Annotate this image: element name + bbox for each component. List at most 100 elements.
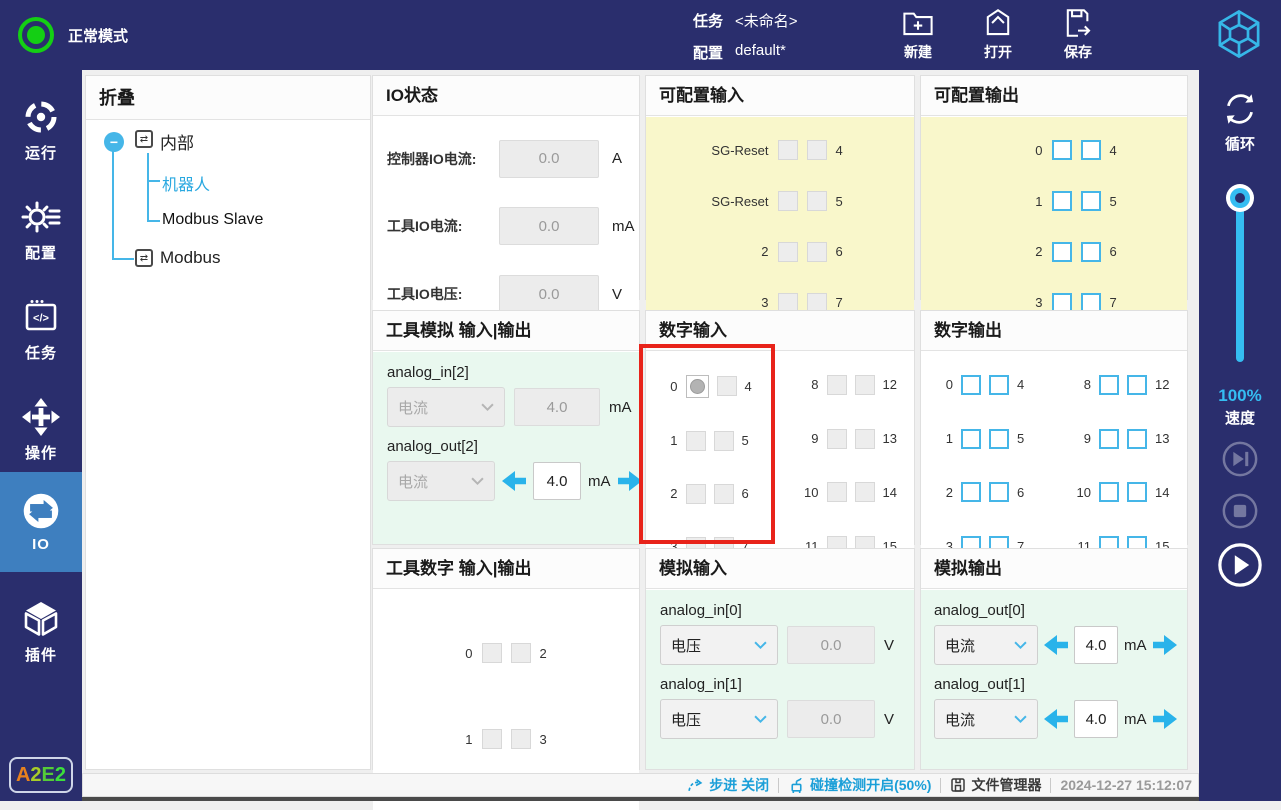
tool-digital-row: 0 2 [373, 643, 639, 663]
analog-out0-mode-select[interactable]: 电流 [934, 625, 1038, 665]
open-button[interactable]: 打开 [958, 6, 1038, 62]
digital-output-checkbox[interactable] [1099, 428, 1119, 449]
analog-in2-value: 4.0 [514, 388, 600, 426]
tool-digital-row: 1 3 [373, 729, 639, 749]
digital-output-checkbox[interactable] [1099, 374, 1119, 395]
digital-input-indicator-active [685, 374, 709, 398]
increase-arrow-button[interactable] [1152, 634, 1177, 656]
step-mode-status[interactable]: 步进 关闭 [687, 775, 769, 795]
speed-label: 速度 [1224, 410, 1255, 427]
digital-input-indicator [854, 428, 875, 449]
version-badge[interactable]: A2E2 [9, 757, 73, 793]
speed-readout: 100% 速度 [1199, 386, 1281, 428]
tree-connector-line [112, 142, 114, 260]
configurable-output-checkbox[interactable] [1051, 241, 1072, 262]
configurable-input-checkbox [806, 241, 827, 262]
gear-icon [21, 201, 61, 233]
configurable-output-checkbox[interactable] [1051, 140, 1072, 161]
decrease-arrow-button[interactable] [502, 470, 526, 492]
analog-input-panel: 模拟输入 analog_in[0] 电压 0.0 V analog_in[1] … [645, 548, 915, 770]
panel-title: IO状态 [373, 76, 639, 116]
configurable-input-row: SG-Reset 5 [646, 191, 914, 212]
chevron-down-icon [471, 477, 484, 485]
analog-in2-mode-select: 电流 [387, 387, 505, 427]
digital-output-checkbox[interactable] [1127, 374, 1147, 395]
tree-header[interactable]: 折叠 [86, 76, 370, 120]
analog-out0-value[interactable]: 4.0 [1074, 626, 1118, 664]
sidebar-item-plugin[interactable]: 插件 [0, 586, 82, 678]
sidebar-item-operate[interactable]: 操作 [0, 384, 82, 476]
status-bar: 步进 关闭 碰撞检测开启(50%) 文件管理器 2024-12-27 15:12… [82, 773, 1199, 797]
step-forward-button[interactable] [1221, 440, 1259, 483]
digital-input-indicator [826, 428, 847, 449]
decrease-arrow-button[interactable] [1044, 634, 1068, 656]
analog-out2-mode-select: 电流 [387, 461, 495, 501]
configurable-output-checkbox[interactable] [1080, 140, 1101, 161]
digital-output-checkbox[interactable] [989, 428, 1009, 449]
panel-title: 工具模拟 输入|输出 [373, 311, 639, 351]
tree-node-modbus[interactable]: Modbus [160, 248, 220, 268]
analog-out1-value[interactable]: 4.0 [1074, 700, 1118, 738]
new-button[interactable]: 新建 [878, 6, 958, 62]
tree-node-modbus-slave[interactable]: Modbus Slave [162, 211, 263, 229]
status-datetime: 2024-12-27 15:12:07 [1060, 777, 1192, 793]
configurable-output-checkbox[interactable] [1080, 241, 1101, 262]
stop-button[interactable] [1221, 492, 1259, 535]
controller-io-current-field: 0.0 [499, 139, 599, 178]
step-arrow-icon [688, 778, 703, 791]
decrease-arrow-button[interactable] [1044, 708, 1068, 730]
save-button[interactable]: 保存 [1038, 6, 1118, 62]
increase-arrow-button[interactable] [1152, 708, 1177, 730]
svg-text:</>: </> [33, 313, 49, 325]
io-status-row: 控制器IO电流: 0.0 A [373, 139, 639, 178]
tree-collapse-toggle[interactable]: − [104, 132, 124, 152]
digital-output-checkbox[interactable] [989, 482, 1009, 503]
configurable-output-checkbox[interactable] [1051, 191, 1072, 212]
task-value: <未命名> [735, 13, 798, 30]
configurable-input-checkbox [806, 140, 827, 161]
tree-node-internal[interactable]: 内部 [160, 129, 194, 154]
configurable-output-row: 2 6 [921, 241, 1187, 262]
increase-arrow-button[interactable] [617, 470, 642, 492]
digital-output-row: 8 12 [1067, 374, 1179, 395]
file-manager-button[interactable]: 文件管理器 [950, 775, 1041, 795]
analog-out1-mode-select[interactable]: 电流 [934, 699, 1038, 739]
digital-input-indicator [713, 430, 734, 451]
digital-input-row: 8 12 [795, 374, 907, 395]
digital-output-checkbox[interactable] [961, 374, 981, 395]
collision-detection-status[interactable]: 碰撞检测开启(50%) [788, 775, 931, 795]
sidebar-item-task[interactable]: </> 任务 [0, 284, 82, 376]
digital-output-checkbox[interactable] [1127, 482, 1147, 503]
io-status-row: 工具IO电压: 0.0 V [373, 275, 639, 314]
analog-out1-label: analog_out[1] [934, 676, 1025, 693]
panel-title: 可配置输入 [646, 76, 914, 116]
digital-input-indicator [685, 483, 706, 504]
speed-slider-knob[interactable] [1226, 184, 1254, 212]
analog-in1-mode-select[interactable]: 电压 [660, 699, 778, 739]
configurable-input-row: 2 6 [646, 241, 914, 262]
cycle-button[interactable]: 循环 [1199, 88, 1281, 154]
speed-slider-track[interactable] [1236, 198, 1244, 362]
digital-output-checkbox[interactable] [961, 482, 981, 503]
tool-io-voltage-field: 0.0 [499, 275, 599, 314]
sidebar-item-io[interactable]: IO [0, 472, 82, 572]
digital-output-checkbox[interactable] [961, 428, 981, 449]
tool-digital-panel: 工具数字 输入|输出 0 2 1 3 [372, 548, 640, 810]
arrow-right-icon [1152, 709, 1177, 729]
step-forward-icon [1222, 441, 1258, 477]
digital-output-checkbox[interactable] [1127, 428, 1147, 449]
tree-node-robot[interactable]: 机器人 [162, 171, 210, 195]
status-divider [1050, 777, 1052, 793]
analog-out2-value[interactable]: 4.0 [533, 462, 581, 500]
bottom-strip [82, 797, 1199, 801]
digital-output-checkbox[interactable] [989, 374, 1009, 395]
io-status-row: 工具IO电流: 0.0 mA [373, 207, 639, 246]
configurable-output-checkbox[interactable] [1080, 191, 1101, 212]
analog-in0-mode-select[interactable]: 电压 [660, 625, 778, 665]
sidebar-item-run[interactable]: 运行 [0, 84, 82, 176]
sidebar-item-config[interactable]: 配置 [0, 184, 82, 276]
digital-output-checkbox[interactable] [1099, 482, 1119, 503]
save-icon [1066, 9, 1091, 37]
analog-in1-value: 0.0 [787, 700, 875, 738]
play-button[interactable] [1217, 542, 1263, 593]
